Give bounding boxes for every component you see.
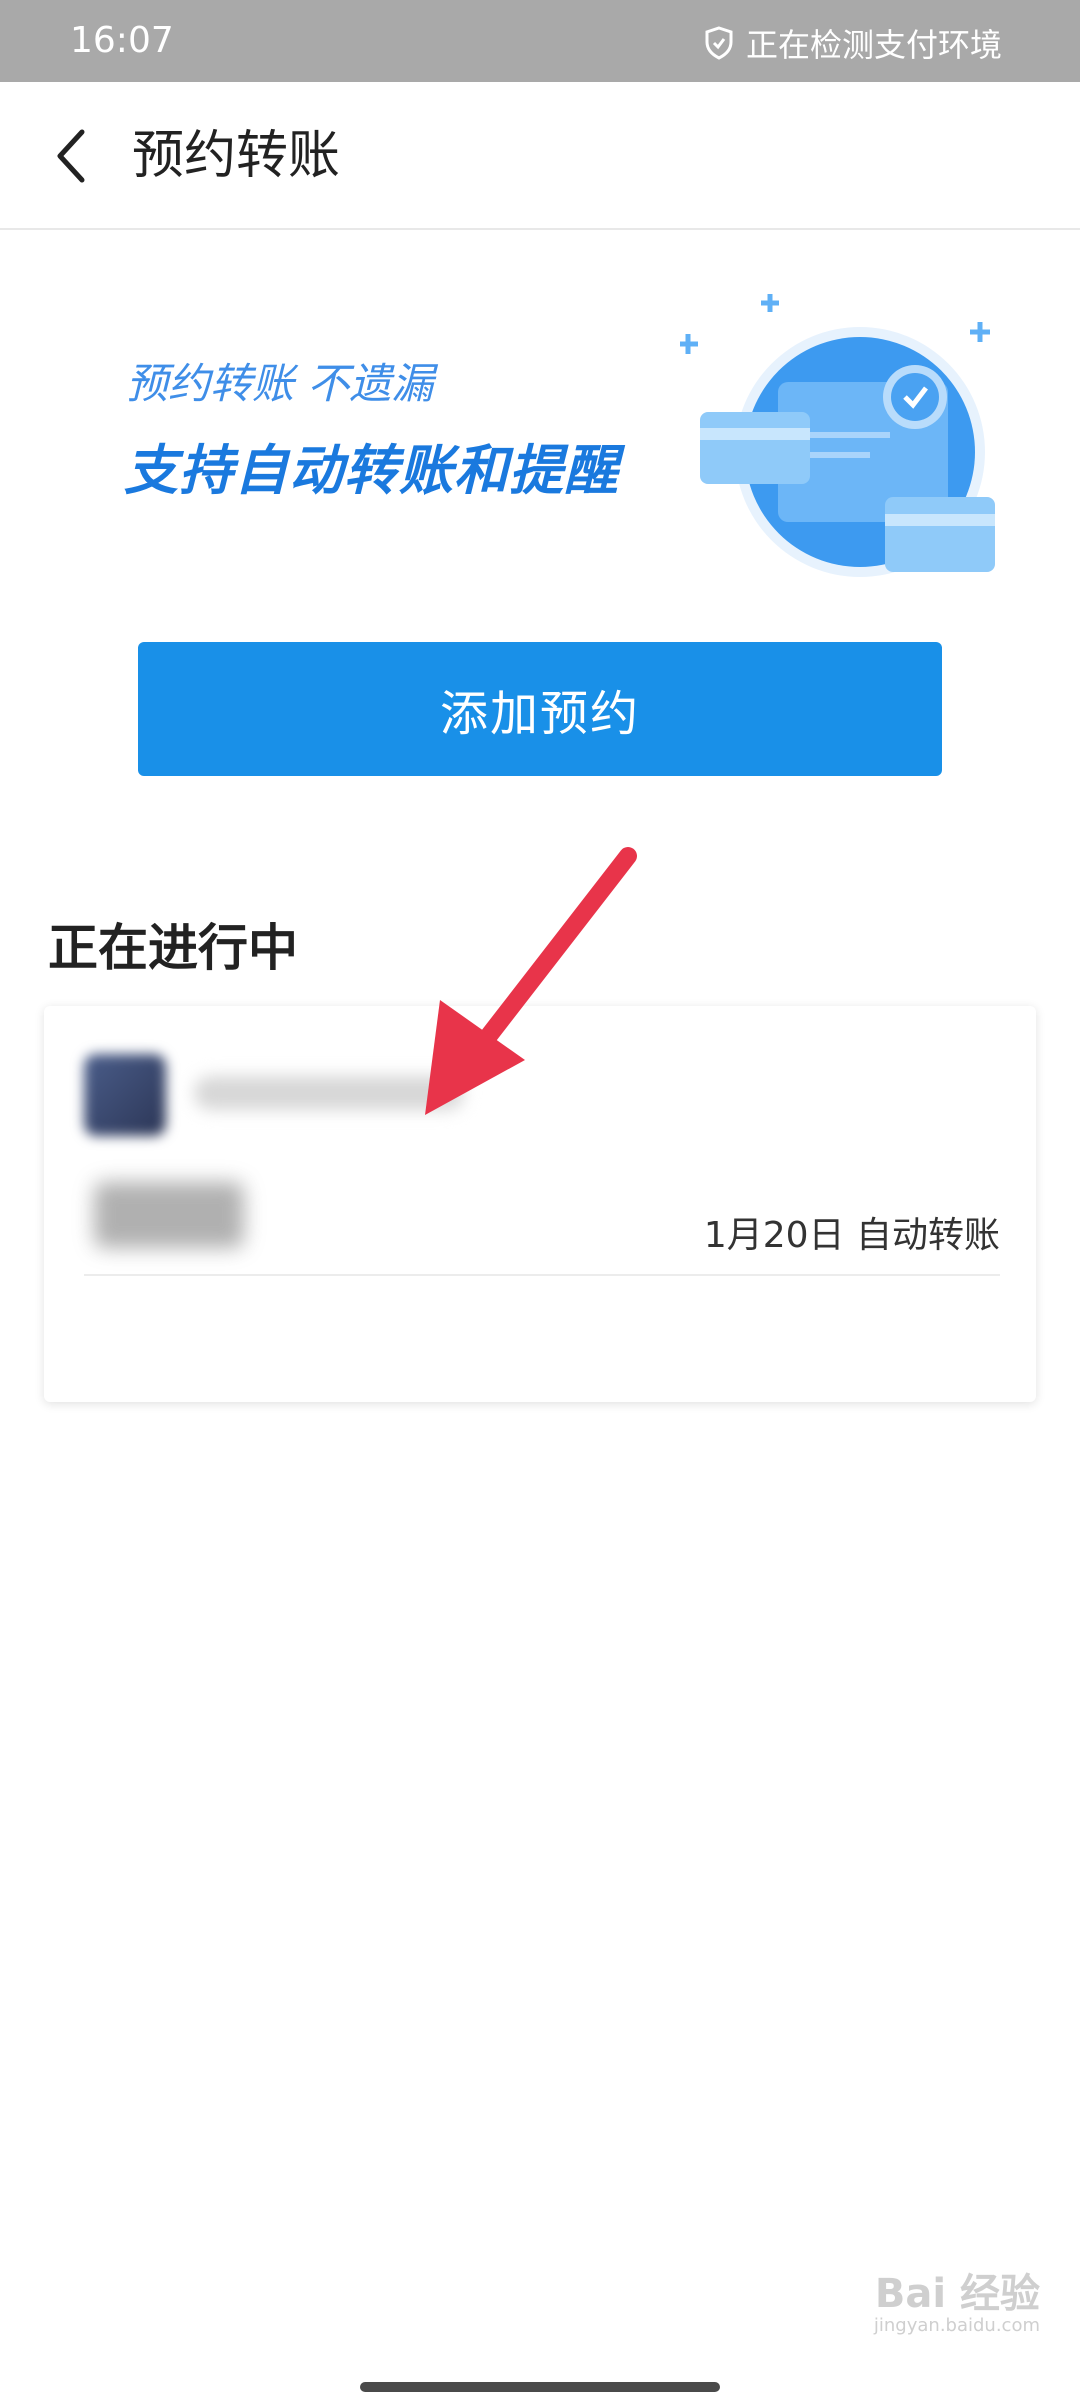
status-bar: 16:07 正在检测支付环境 [0,0,1080,82]
card-transfer-clock-illustration [680,294,995,577]
red-arrow-annotation [425,847,637,1115]
transfer-schedule-text: 1月20日 自动转账 [703,1215,1000,1256]
home-indicator[interactable] [360,2382,720,2392]
chevron-left-icon [57,129,85,183]
nav-bar: 预约转账 [0,82,1080,230]
transfer-amount-redacted [94,1182,244,1248]
status-time: 16:07 [70,20,174,61]
card-divider [84,1274,1000,1276]
baidu-watermark: Bai 经验 jingyan.baidu.com [874,2272,1040,2336]
security-status-text: 正在检测支付环境 [745,26,1002,64]
payee-avatar [84,1054,166,1136]
section-title-in-progress: 正在进行中 [48,919,298,977]
shield-icon [705,26,733,60]
page-title: 预约转账 [132,126,341,186]
banner-headline: 支持自动转账和提醒 [124,439,619,502]
watermark-brand: Bai 经验 [874,2271,1040,2317]
banner-tagline: 预约转账 不遗漏 [126,359,434,408]
back-button[interactable] [34,120,106,192]
watermark-url: jingyan.baidu.com [873,2315,1040,2336]
payment-security-status: 正在检测支付环境 [704,20,1002,66]
add-reservation-button[interactable]: 添加预约 [138,642,942,776]
promo-banner: 预约转账 不遗漏 支持自动转账和提醒 [0,230,1080,610]
